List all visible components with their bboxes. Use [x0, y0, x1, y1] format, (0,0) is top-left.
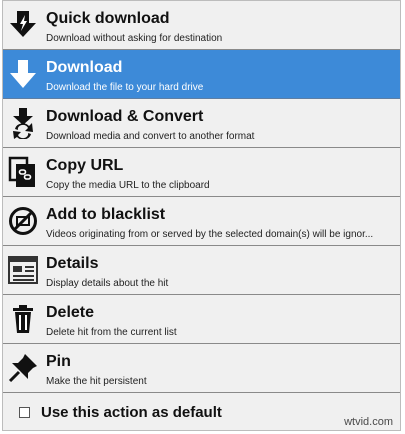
details-icon	[7, 254, 39, 286]
menu-item-title: Details	[46, 255, 99, 272]
menu-item-description: Make the hit persistent	[46, 376, 147, 387]
download-actions-menu: Quick download Download without asking f…	[2, 0, 401, 431]
menu-item-description: Download without asking for destination	[46, 33, 223, 44]
menu-item-pin[interactable]: Pin Make the hit persistent	[3, 344, 400, 393]
menu-item-description: Download media and convert to another fo…	[46, 131, 255, 142]
watermark-text: wtvid.com	[344, 416, 393, 428]
menu-item-title: Copy URL	[46, 157, 124, 174]
menu-item-title: Pin	[46, 353, 71, 370]
menu-item-delete[interactable]: Delete Delete hit from the current list	[3, 295, 400, 344]
menu-item-quick-download[interactable]: Quick download Download without asking f…	[3, 1, 400, 50]
menu-item-copy-url[interactable]: Copy URL Copy the media URL to the clipb…	[3, 148, 400, 197]
menu-item-title: Delete	[46, 304, 95, 321]
menu-item-download-convert[interactable]: Download & Convert Download media and co…	[3, 99, 400, 148]
menu-item-description: Display details about the hit	[46, 278, 169, 289]
menu-item-details[interactable]: Details Display details about the hit	[3, 246, 400, 295]
download-convert-icon	[7, 107, 39, 139]
default-action-label[interactable]: Use this action as default	[41, 404, 222, 421]
default-action-row[interactable]: Use this action as default	[3, 396, 400, 430]
menu-item-description: Copy the media URL to the clipboard	[46, 180, 210, 191]
download-arrow-icon	[7, 58, 39, 90]
menu-item-title: Download & Convert	[46, 108, 204, 125]
trash-icon	[7, 303, 39, 335]
blacklist-icon	[7, 205, 39, 237]
copy-url-icon	[7, 156, 39, 188]
menu-item-description: Download the file to your hard drive	[46, 82, 204, 93]
pin-icon	[7, 352, 39, 384]
menu-item-add-to-blacklist[interactable]: Add to blacklist Videos originating from…	[3, 197, 400, 246]
menu-item-title: Quick download	[46, 10, 170, 27]
menu-item-description: Delete hit from the current list	[46, 327, 177, 338]
menu-item-title: Download	[46, 59, 123, 76]
menu-item-title: Add to blacklist	[46, 206, 166, 223]
quick-download-icon	[7, 9, 39, 41]
menu-item-description: Videos originating from or served by the…	[46, 229, 374, 240]
default-action-checkbox[interactable]	[19, 407, 30, 418]
menu-item-download[interactable]: Download Download the file to your hard …	[3, 50, 400, 99]
